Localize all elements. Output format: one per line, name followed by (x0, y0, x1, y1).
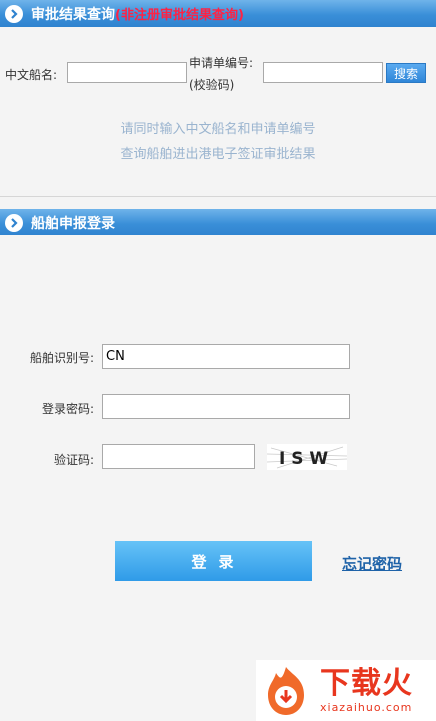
ship-name-input[interactable] (67, 62, 187, 83)
query-section-title: 审批结果查询 (31, 6, 115, 23)
ship-id-label: 船舶识别号: (29, 351, 94, 365)
brand-name-cn: 下载火 (320, 666, 413, 701)
app-no-sublabel: (校验码) (189, 78, 235, 92)
ship-id-input[interactable] (102, 344, 350, 369)
captcha-input[interactable] (102, 444, 255, 469)
login-panel: 船舶识别号: 登录密码: 验证码: I S W 登录 忘记密码 (0, 235, 436, 721)
query-panel: 中文船名: 申请单编号: (校验码) 搜索 请同时输入中文船名和申请单编号 查询… (0, 27, 436, 197)
watermark: 下载火 xiazaihuo.com (256, 660, 436, 721)
captcha-text: I S W (279, 449, 328, 469)
ship-name-label: 中文船名: (5, 68, 58, 82)
search-button[interactable]: 搜索 (386, 63, 426, 83)
chevron-right-icon (5, 4, 23, 23)
query-section-note: (非注册审批结果查询) (115, 8, 244, 23)
hint-line-1: 请同时输入中文船名和申请单编号 (120, 122, 316, 137)
login-section-header: 船舶申报登录 (0, 209, 436, 236)
password-label: 登录密码: (41, 402, 94, 416)
captcha-label: 验证码: (53, 453, 94, 467)
password-input[interactable] (102, 394, 350, 419)
app-no-input[interactable] (263, 62, 383, 83)
login-section-title: 船舶申报登录 (31, 215, 115, 232)
login-button[interactable]: 登录 (115, 541, 312, 581)
forgot-password-link[interactable]: 忘记密码 (342, 553, 402, 574)
app-no-label: 申请单编号: (189, 56, 254, 70)
chevron-right-icon (5, 213, 23, 232)
query-section-header: 审批结果查询 (非注册审批结果查询) (0, 0, 436, 27)
brand-name-en: xiazaihuo.com (320, 701, 413, 714)
hint-line-2: 查询船舶进出港电子签证审批结果 (120, 147, 316, 162)
brand-flame-icon (268, 666, 304, 715)
captcha-image[interactable]: I S W (266, 444, 348, 470)
